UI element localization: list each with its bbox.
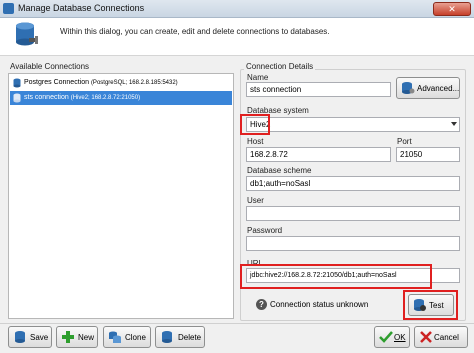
url-label: URL — [247, 259, 264, 268]
advanced-label: Advanced... — [417, 84, 460, 93]
host-input[interactable]: 168.2.8.72 — [246, 147, 391, 162]
app-icon — [3, 3, 14, 14]
name-label: Name — [247, 73, 269, 82]
chevron-down-icon — [451, 122, 457, 126]
scheme-label: Database scheme — [247, 166, 312, 175]
save-label: Save — [30, 333, 49, 342]
url-input[interactable]: jdbc:hive2://168.2.8.72:21050/db1;auth=n… — [246, 268, 460, 283]
list-item[interactable]: Postgres Connection (PostgreSQL; 168.2.8… — [10, 76, 232, 90]
footer-divider — [0, 323, 474, 324]
database-delete-icon — [162, 331, 172, 343]
clone-icon — [109, 331, 121, 343]
port-label: Port — [397, 137, 412, 146]
scheme-input[interactable]: db1;auth=noSasl — [246, 176, 460, 191]
database-icon — [13, 78, 21, 88]
connection-status: Connection status unknown — [270, 300, 369, 309]
cancel-label: Cancel — [434, 333, 459, 342]
dbsystem-value: Hive2 — [250, 120, 271, 129]
user-label: User — [247, 196, 264, 205]
new-label: New — [78, 333, 95, 342]
database-save-icon — [15, 331, 25, 343]
available-connections-label: Available Connections — [10, 62, 90, 71]
connection-details-label: Connection Details — [244, 62, 316, 71]
port-input[interactable]: 21050 — [396, 147, 460, 162]
test-button[interactable]: Test — [408, 294, 454, 316]
cancel-x-icon — [420, 331, 432, 343]
plus-icon — [62, 331, 74, 343]
list-item-selected[interactable]: sts connection (Hive2; 168.2.8.72:21050) — [10, 91, 232, 105]
connection-name: Postgres Connection — [24, 79, 89, 86]
delete-button[interactable]: Delete — [155, 326, 205, 348]
dialog-header: Within this dialog, you can create, edit… — [0, 18, 474, 56]
connection-name: sts connection — [24, 94, 69, 101]
user-input[interactable] — [246, 206, 460, 221]
ok-label: OK — [394, 333, 406, 342]
test-label: Test — [429, 301, 444, 310]
status-unknown-icon: ? — [256, 299, 267, 310]
password-input[interactable] — [246, 236, 460, 251]
delete-label: Delete — [178, 333, 202, 342]
dbsystem-label: Database system — [247, 106, 309, 115]
intro-text: Within this dialog, you can create, edit… — [60, 27, 330, 36]
dbsystem-select[interactable]: Hive2 — [246, 117, 460, 132]
clone-button[interactable]: Clone — [103, 326, 151, 348]
cancel-button[interactable]: Cancel — [414, 326, 468, 348]
window-close-button[interactable]: ✕ — [433, 2, 471, 16]
password-label: Password — [247, 226, 283, 235]
database-test-icon — [414, 299, 426, 311]
ok-button[interactable]: OK — [374, 326, 410, 348]
database-icon — [13, 93, 21, 103]
connection-list[interactable]: Postgres Connection (PostgreSQL; 168.2.8… — [8, 73, 234, 319]
checkmark-icon — [379, 331, 393, 343]
connection-detail: (Hive2; 168.2.8.72:21050) — [70, 95, 141, 101]
new-button[interactable]: New — [56, 326, 98, 348]
window-title: Manage Database Connections — [18, 3, 145, 13]
database-settings-icon — [402, 82, 415, 94]
host-label: Host — [247, 137, 264, 146]
title-bar: Manage Database Connections ✕ — [0, 0, 474, 18]
connection-detail: (PostgreSQL; 168.2.8.185:5432) — [90, 80, 178, 86]
name-input[interactable]: sts connection — [246, 82, 391, 97]
advanced-button[interactable]: Advanced... — [396, 77, 460, 99]
save-button[interactable]: Save — [8, 326, 52, 348]
database-connection-icon — [16, 22, 38, 46]
close-icon: ✕ — [448, 4, 456, 14]
clone-label: Clone — [125, 333, 146, 342]
